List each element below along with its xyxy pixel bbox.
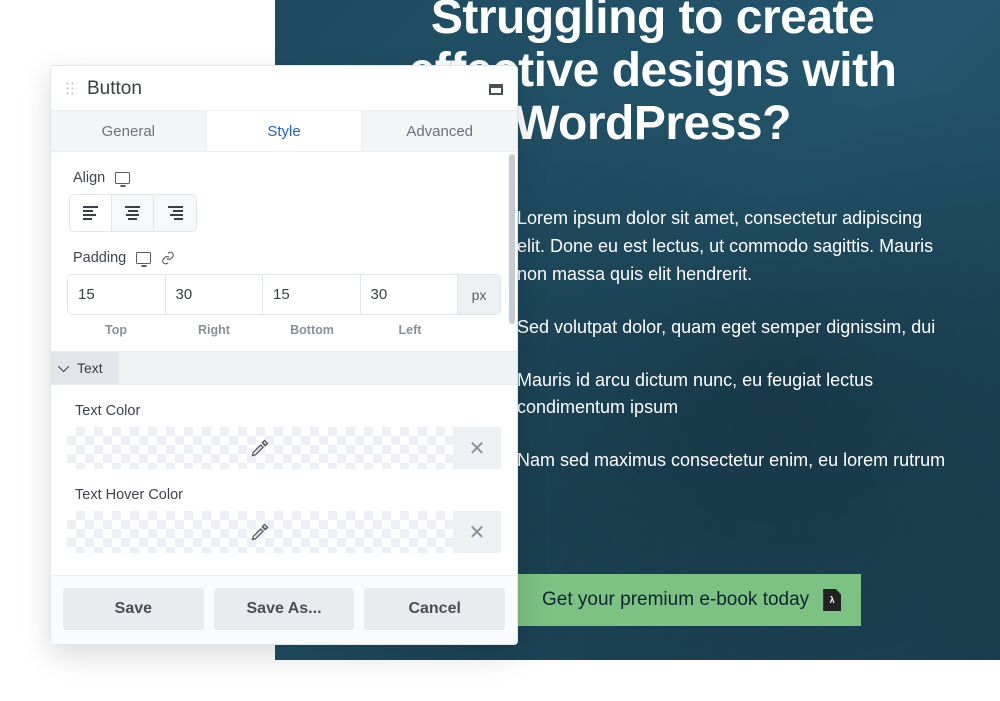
padding-top-input[interactable] <box>68 275 166 314</box>
padding-label-row: Padding <box>67 250 501 266</box>
tab-general[interactable]: General <box>51 111 206 151</box>
padding-right-input[interactable] <box>166 275 264 314</box>
text-color-label: Text Color <box>67 385 501 427</box>
align-left-button[interactable] <box>70 195 112 231</box>
chevron-down-icon <box>58 361 69 372</box>
hero-bullet-1: Sed volutpat dolor, quam eget semper dig… <box>517 314 950 342</box>
panel-body: Align Padding <box>51 152 517 575</box>
pdf-icon: λ <box>823 589 841 611</box>
padding-bottom-input[interactable] <box>263 275 361 314</box>
label-left: Left <box>361 323 459 337</box>
responsive-icon[interactable] <box>115 172 130 184</box>
window-restore-icon[interactable] <box>489 84 503 95</box>
padding-label: Padding <box>73 250 126 266</box>
hero-body: Lorem ipsum dolor sit amet, consectetur … <box>517 205 950 500</box>
panel-title: Button <box>87 78 142 100</box>
text-hover-color-picker[interactable] <box>67 511 453 553</box>
scrollbar[interactable] <box>509 154 515 324</box>
align-buttons <box>69 194 197 232</box>
text-hover-color-clear-button[interactable]: ✕ <box>453 511 501 553</box>
text-color-clear-button[interactable]: ✕ <box>453 427 501 469</box>
panel-header[interactable]: Button <box>51 66 517 111</box>
link-values-icon[interactable] <box>161 251 175 265</box>
save-button[interactable]: Save <box>63 588 204 630</box>
label-bottom: Bottom <box>263 323 361 337</box>
responsive-icon[interactable] <box>136 252 151 264</box>
editor-panel: Button General Style Advanced Align <box>50 65 518 645</box>
cta-label: Get your premium e-book today <box>542 589 809 611</box>
align-center-icon <box>125 206 140 220</box>
align-label-row: Align <box>67 170 501 186</box>
tab-style[interactable]: Style <box>206 111 363 151</box>
label-right: Right <box>165 323 263 337</box>
section-text[interactable]: Text <box>51 351 517 385</box>
eyedropper-icon <box>251 439 269 457</box>
text-hover-color-label: Text Hover Color <box>67 469 501 511</box>
text-color-row: ✕ <box>67 427 501 469</box>
hero-bullet-2: Mauris id arcu dictum nunc, eu feugiat l… <box>517 367 950 423</box>
align-label: Align <box>73 170 105 186</box>
tabs: General Style Advanced <box>51 111 517 152</box>
hero-paragraph: Lorem ipsum dolor sit amet, consectetur … <box>517 205 950 289</box>
padding-left-input[interactable] <box>361 275 459 314</box>
text-hover-color-row: ✕ <box>67 511 501 553</box>
hero-bullet-3: Nam sed maximus consectetur enim, eu lor… <box>517 447 950 475</box>
tab-advanced[interactable]: Advanced <box>362 111 517 151</box>
padding-inputs: px <box>67 274 501 315</box>
panel-footer: Save Save As... Cancel <box>51 575 517 644</box>
section-text-label: Text <box>77 360 103 376</box>
align-left-icon <box>83 206 98 220</box>
padding-sublabels: Top Right Bottom Left <box>67 323 501 337</box>
cancel-button[interactable]: Cancel <box>364 588 505 630</box>
align-right-button[interactable] <box>154 195 196 231</box>
text-color-picker[interactable] <box>67 427 453 469</box>
eyedropper-icon <box>251 523 269 541</box>
drag-handle-icon[interactable] <box>65 81 77 97</box>
align-center-button[interactable] <box>112 195 154 231</box>
align-right-icon <box>168 206 183 220</box>
padding-unit-select[interactable]: px <box>458 275 500 314</box>
save-as-button[interactable]: Save As... <box>214 588 355 630</box>
cta-button[interactable]: Get your premium e-book today λ <box>517 574 861 626</box>
label-top: Top <box>67 323 165 337</box>
